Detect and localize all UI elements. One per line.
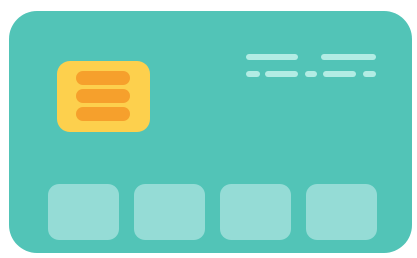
card-dash xyxy=(265,71,298,77)
card-dash xyxy=(305,71,317,77)
card-dash xyxy=(321,54,376,60)
card-dash xyxy=(246,71,260,77)
chip-line xyxy=(76,71,130,85)
card-number-block xyxy=(48,184,119,240)
card-illustration xyxy=(0,0,417,258)
card-number-block xyxy=(306,184,377,240)
chip-line xyxy=(76,107,130,121)
card-dash xyxy=(246,54,298,60)
card-chip-icon xyxy=(57,61,150,132)
card-dash xyxy=(363,71,376,77)
card-dash xyxy=(323,71,356,77)
credit-card-icon xyxy=(9,11,412,253)
chip-line xyxy=(76,89,130,103)
card-number-block xyxy=(134,184,205,240)
card-number-block xyxy=(220,184,291,240)
